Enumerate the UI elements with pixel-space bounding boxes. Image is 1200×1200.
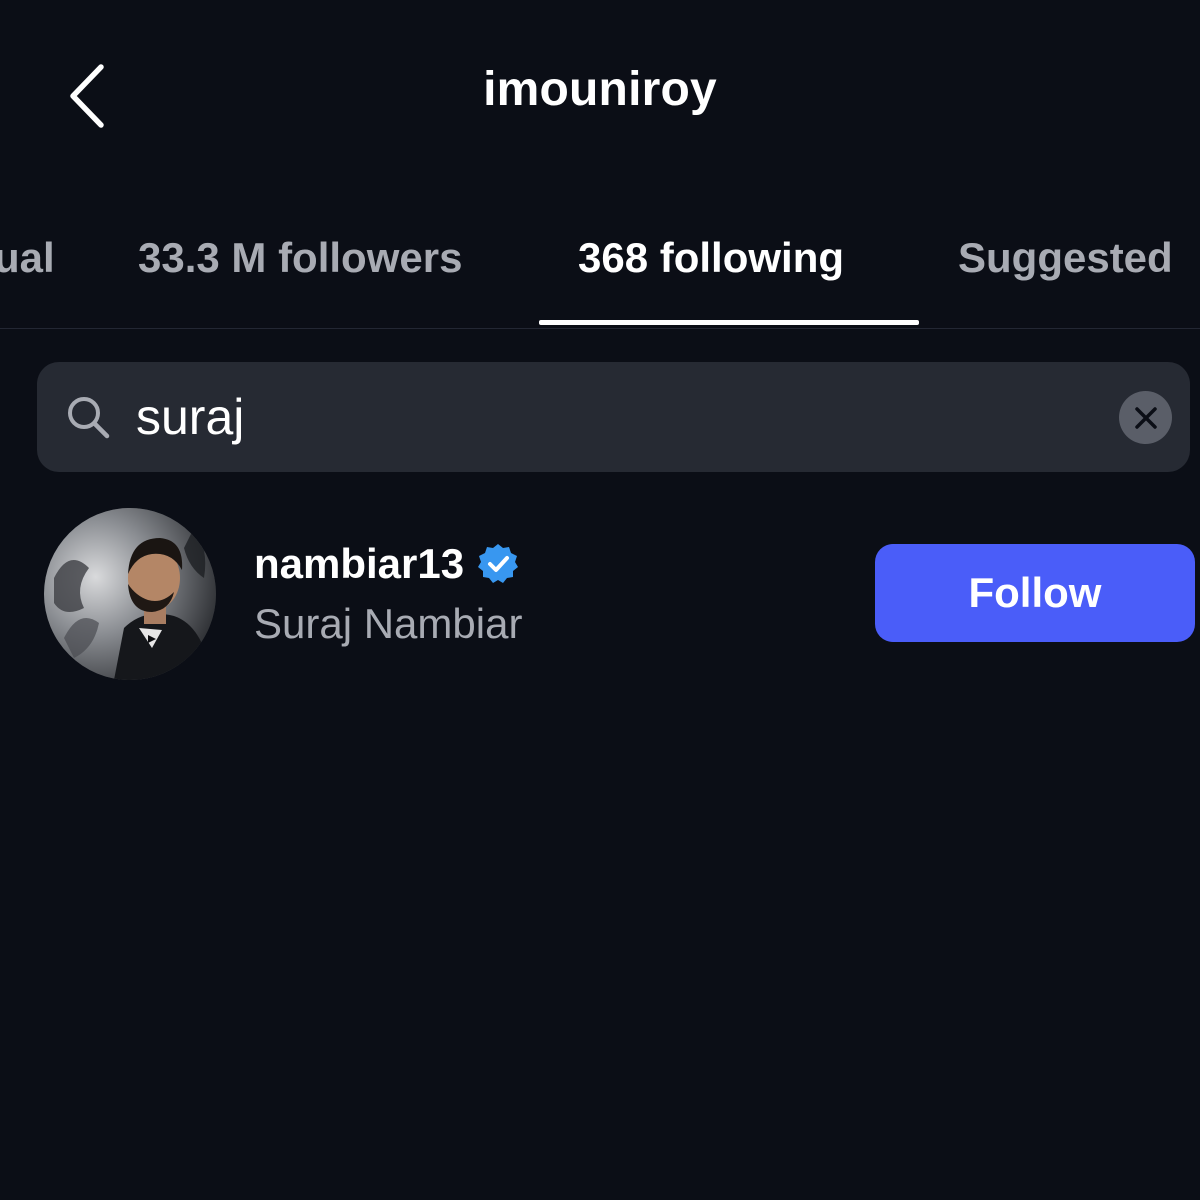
follow-button[interactable]: Follow [875, 544, 1195, 642]
tab-suggested[interactable]: Suggested [958, 234, 1173, 282]
page-title: imouniroy [483, 63, 717, 116]
list-item[interactable]: nambiar13 Suraj Nambiar Follow [0, 500, 1200, 690]
username[interactable]: nambiar13 [254, 540, 464, 588]
username-line: nambiar13 [254, 540, 520, 588]
active-tab-indicator [539, 320, 919, 325]
avatar[interactable] [44, 508, 216, 680]
close-icon [1134, 406, 1157, 429]
tab-following[interactable]: 368 following [578, 234, 844, 282]
verified-badge-icon [478, 544, 519, 583]
search-icon [68, 397, 110, 439]
search-input[interactable] [136, 382, 1036, 452]
full-name: Suraj Nambiar [254, 600, 523, 647]
tab-mutual[interactable]: ual [0, 234, 55, 282]
tab-bar: ual 33.3 M followers 368 following Sugge… [0, 220, 1200, 329]
profile-photo [44, 508, 216, 680]
tab-followers[interactable]: 33.3 M followers [138, 234, 462, 282]
following-screen: imouniroy ual 33.3 M followers 368 follo… [0, 0, 1200, 1200]
clear-search-button[interactable] [1119, 391, 1172, 444]
